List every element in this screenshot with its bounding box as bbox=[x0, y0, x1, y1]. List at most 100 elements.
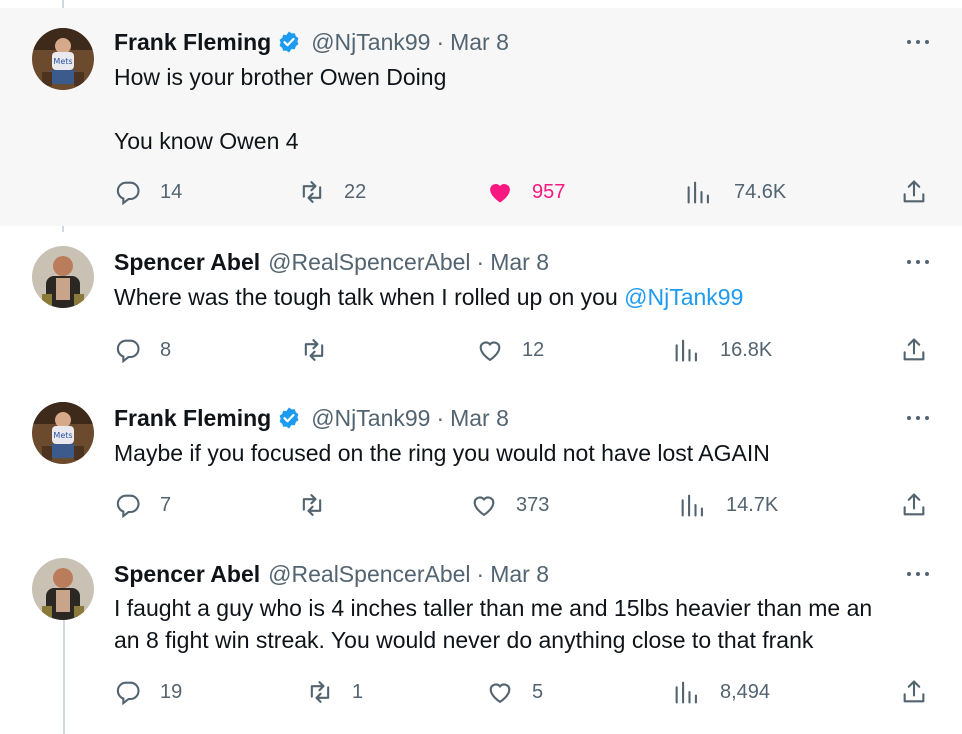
retweet-count: 1 bbox=[352, 680, 364, 703]
reply-icon bbox=[116, 494, 140, 519]
like-count: 957 bbox=[532, 180, 566, 203]
avatar[interactable] bbox=[32, 558, 94, 620]
views-icon bbox=[681, 494, 703, 517]
tweet-text: How is your brother Owen Doing You know … bbox=[114, 64, 447, 154]
tweet-actions: 14 22 957 74.6K bbox=[0, 177, 962, 207]
tweet[interactable]: Mets Frank Fleming @NjTank99 · Mar 8 How… bbox=[0, 8, 962, 226]
separator-dot: · bbox=[476, 249, 485, 275]
tweet-header: Frank Fleming @NjTank99 · Mar 8 bbox=[114, 28, 509, 56]
reply-count: 8 bbox=[160, 338, 172, 361]
retweet-button[interactable]: 22 bbox=[298, 177, 366, 207]
more-icon[interactable] bbox=[904, 408, 932, 428]
tweet[interactable]: Spencer Abel @RealSpencerAbel · Mar 8 I … bbox=[0, 540, 962, 734]
more-icon[interactable] bbox=[904, 564, 932, 584]
share-icon bbox=[903, 338, 925, 361]
more-icon[interactable] bbox=[904, 32, 932, 52]
more-icon[interactable] bbox=[904, 252, 932, 272]
reply-count: 19 bbox=[160, 680, 183, 703]
reply-icon bbox=[116, 681, 140, 706]
share-icon bbox=[903, 493, 925, 516]
separator-dot: · bbox=[476, 561, 485, 587]
reply-button[interactable]: 14 bbox=[114, 177, 182, 207]
views-count: 16.8K bbox=[720, 338, 773, 361]
verified-badge-icon bbox=[277, 406, 301, 430]
share-button[interactable] bbox=[900, 177, 928, 207]
retweet-button[interactable]: 1 bbox=[306, 677, 363, 707]
like-count: 5 bbox=[532, 680, 544, 703]
reply-icon bbox=[116, 181, 140, 206]
tweet-date[interactable]: Mar 8 bbox=[490, 560, 549, 588]
views-icon bbox=[675, 339, 697, 362]
heart-icon bbox=[489, 683, 511, 704]
views-icon bbox=[687, 181, 709, 204]
reply-count: 7 bbox=[160, 493, 172, 516]
author-name[interactable]: Spencer Abel bbox=[114, 248, 260, 276]
tweet-actions: 19 1 5 8,494 bbox=[0, 677, 962, 707]
views-button[interactable]: 74.6K bbox=[684, 177, 786, 207]
author-name[interactable]: Spencer Abel bbox=[114, 560, 260, 588]
verified-badge-icon bbox=[277, 30, 301, 54]
views-button[interactable]: 16.8K bbox=[672, 335, 772, 365]
like-count: 12 bbox=[522, 338, 545, 361]
views-button[interactable]: 14.7K bbox=[678, 490, 778, 520]
tweet-header: Frank Fleming @NjTank99 · Mar 8 bbox=[114, 404, 509, 432]
tweet-date[interactable]: Mar 8 bbox=[490, 248, 549, 276]
tweet-header: Spencer Abel @RealSpencerAbel · Mar 8 bbox=[114, 248, 549, 276]
tweet-actions: 7 373 14.7K bbox=[0, 490, 962, 520]
tweet-text: Maybe if you focused on the ring you wou… bbox=[114, 440, 770, 466]
svg-text:Mets: Mets bbox=[53, 431, 72, 440]
tweet[interactable]: Spencer Abel @RealSpencerAbel · Mar 8 Wh… bbox=[0, 226, 962, 382]
retweet-icon bbox=[302, 181, 322, 203]
like-button[interactable]: 373 bbox=[470, 490, 549, 520]
tweet-date[interactable]: Mar 8 bbox=[450, 404, 509, 432]
retweet-icon bbox=[304, 339, 324, 361]
share-button[interactable] bbox=[900, 335, 928, 365]
views-count: 14.7K bbox=[726, 493, 779, 516]
avatar[interactable]: Mets bbox=[32, 28, 94, 90]
tweet-actions: 8 12 16.8K bbox=[0, 335, 962, 365]
views-button[interactable]: 8,494 bbox=[672, 677, 770, 707]
retweet-button[interactable] bbox=[300, 335, 328, 365]
retweet-count: 22 bbox=[344, 180, 367, 203]
mention-link[interactable]: @NjTank99 bbox=[624, 284, 743, 310]
views-icon bbox=[675, 681, 697, 704]
author-name[interactable]: Frank Fleming bbox=[114, 28, 271, 56]
tweet-text: Where was the tough talk when I rolled u… bbox=[114, 281, 934, 313]
author-handle[interactable]: @RealSpencerAbel bbox=[268, 560, 470, 588]
reply-icon bbox=[116, 339, 140, 364]
tweet-date[interactable]: Mar 8 bbox=[450, 28, 509, 56]
tweet-text: I faught a guy who is 4 inches taller th… bbox=[114, 595, 873, 653]
share-icon bbox=[903, 680, 925, 703]
like-button[interactable]: 957 bbox=[486, 177, 565, 207]
views-count: 8,494 bbox=[720, 680, 771, 703]
author-handle[interactable]: @RealSpencerAbel bbox=[268, 248, 470, 276]
retweet-button[interactable] bbox=[298, 490, 326, 520]
share-icon bbox=[903, 180, 925, 203]
like-count: 373 bbox=[516, 493, 550, 516]
author-handle[interactable]: @NjTank99 bbox=[311, 28, 430, 56]
reply-count: 14 bbox=[160, 180, 183, 203]
heart-icon bbox=[479, 341, 501, 362]
svg-text:Mets: Mets bbox=[53, 57, 72, 66]
reply-button[interactable]: 7 bbox=[114, 490, 171, 520]
avatar[interactable]: Mets bbox=[32, 402, 94, 464]
share-button[interactable] bbox=[900, 677, 928, 707]
share-button[interactable] bbox=[900, 490, 928, 520]
avatar[interactable] bbox=[32, 246, 94, 308]
retweet-icon bbox=[310, 681, 330, 703]
separator-dot: · bbox=[436, 29, 445, 55]
reply-button[interactable]: 8 bbox=[114, 335, 171, 365]
like-button[interactable]: 5 bbox=[486, 677, 543, 707]
heart-icon bbox=[490, 184, 510, 203]
separator-dot: · bbox=[436, 405, 445, 431]
tweet-text-body: Where was the tough talk when I rolled u… bbox=[114, 284, 625, 310]
author-handle[interactable]: @NjTank99 bbox=[311, 404, 430, 432]
author-name[interactable]: Frank Fleming bbox=[114, 404, 271, 432]
views-count: 74.6K bbox=[734, 180, 787, 203]
tweet-header: Spencer Abel @RealSpencerAbel · Mar 8 bbox=[114, 560, 549, 588]
tweet[interactable]: Mets Frank Fleming @NjTank99 · Mar 8 May… bbox=[0, 382, 962, 540]
heart-icon bbox=[473, 496, 495, 517]
retweet-icon bbox=[302, 494, 322, 516]
reply-button[interactable]: 19 bbox=[114, 677, 182, 707]
like-button[interactable]: 12 bbox=[476, 335, 544, 365]
